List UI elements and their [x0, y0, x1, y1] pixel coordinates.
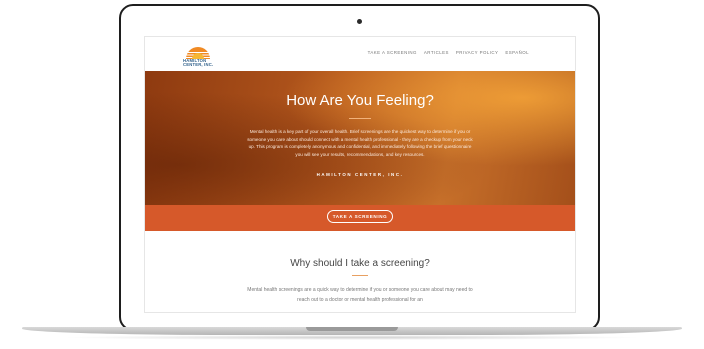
why-screening-section: Why should I take a screening? Mental he…	[145, 231, 575, 312]
section-body: Mental health screenings are a quick way…	[247, 287, 473, 303]
cta-band: TAKE A SCREENING	[145, 205, 575, 231]
laptop-base-notch	[306, 327, 398, 331]
nav-articles[interactable]: ARTICLES	[424, 50, 449, 55]
hero-org-name: HAMILTON CENTER, INC.	[316, 172, 404, 177]
nav-take-a-screening[interactable]: TAKE A SCREENING	[368, 50, 417, 55]
section-title: Why should I take a screening?	[290, 258, 430, 269]
take-a-screening-button[interactable]: TAKE A SCREENING	[327, 210, 393, 223]
nav-espanol[interactable]: ESPAÑOL	[505, 50, 529, 55]
hero-title: How Are You Feeling?	[286, 92, 434, 109]
hero-divider	[349, 118, 371, 119]
section-divider	[352, 275, 368, 276]
laptop-shadow	[60, 335, 644, 340]
hero-banner: How Are You Feeling? Mental health is a …	[145, 71, 575, 205]
camera-icon	[357, 19, 362, 24]
nav-privacy-policy[interactable]: PRIVACY POLICY	[456, 50, 499, 55]
laptop-screen: HAMILTON CENTER, INC. TAKE A SCREENING A…	[145, 37, 575, 312]
logo-text: HAMILTON CENTER, INC.	[183, 58, 214, 68]
main-nav: TAKE A SCREENING ARTICLES PRIVACY POLICY…	[368, 50, 529, 55]
hero-description: Mental health is a key part of your over…	[247, 129, 473, 157]
site-header: HAMILTON CENTER, INC. TAKE A SCREENING A…	[145, 37, 575, 71]
